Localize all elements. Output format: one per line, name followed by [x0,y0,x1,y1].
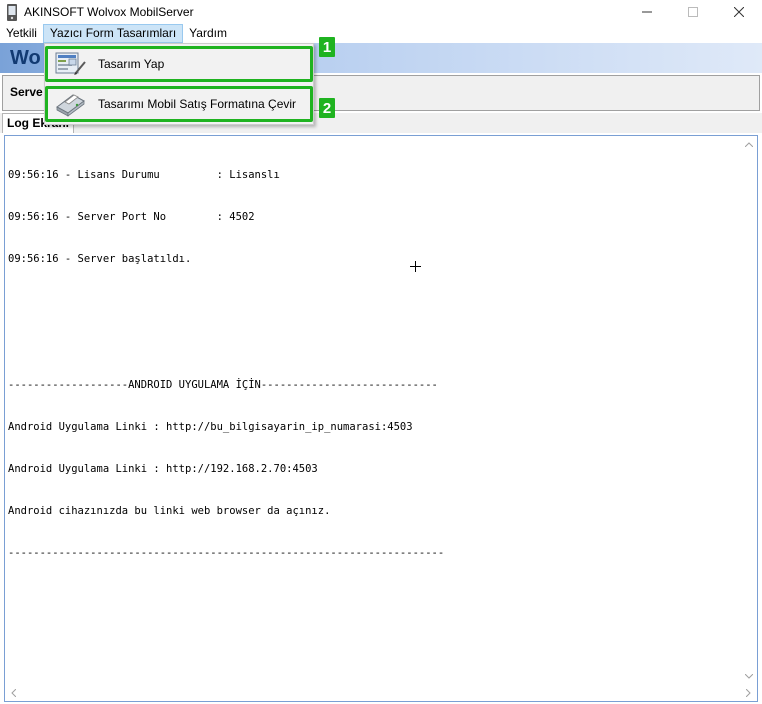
log-textarea[interactable]: 09:56:16 - Lisans Durumu : Lisanslı 09:5… [4,135,758,702]
menu-bar: Yetkili Yazıcı Form Tasarımları Yardım [0,24,762,43]
form-design-icon [52,50,88,78]
banner-text: Wo [10,47,41,69]
printer-convert-icon [52,90,88,118]
log-content: 09:56:16 - Lisans Durumu : Lisanslı 09:5… [8,140,740,588]
annotation-badge-2: 2 [319,98,335,118]
log-line: 09:56:16 - Server başlatıldı. [8,253,192,265]
menu-item-label: Tasarımı Mobil Satış Formatına Çevir [98,97,297,111]
annotation-badge-1: 1 [319,37,335,57]
minimize-button[interactable] [624,0,670,24]
dropdown-menu: Tasarım Yap Tasarımı Mobil Satış Formatı… [44,43,314,125]
menu-yazici-form-tasarimlari[interactable]: Yazıcı Form Tasarımları [42,24,184,43]
menu-yardim[interactable]: Yardım [183,24,233,43]
menu-item-label: Tasarım Yap [98,57,165,71]
log-line: -------------------ANDROID UYGULAMA İÇİN… [8,379,438,391]
close-button[interactable] [716,0,762,24]
window-title: AKINSOFT Wolvox MobilServer [24,5,194,19]
horizontal-scrollbar[interactable] [5,684,757,701]
scroll-right-icon[interactable] [740,684,757,701]
log-line: Android Uygulama Linki : http://bu_bilgi… [8,421,413,433]
log-line: Android Uygulama Linki : http://192.168.… [8,463,318,475]
menu-item-tasarim-yap[interactable]: Tasarım Yap [45,46,313,82]
log-line: ​ [8,336,740,350]
scroll-left-icon[interactable] [5,684,22,701]
log-line: ​ [8,294,740,308]
vertical-scrollbar[interactable] [740,136,757,685]
title-bar: AKINSOFT Wolvox MobilServer [0,0,762,24]
maximize-icon [688,7,698,17]
menu-item-mobil-format-cevir[interactable]: Tasarımı Mobil Satış Formatına Çevir [45,86,313,122]
crosshair-cursor-icon [410,261,421,272]
log-line: 09:56:16 - Server Port No : 4502 [8,211,255,223]
maximize-button[interactable] [670,0,716,24]
minimize-icon [642,11,652,13]
server-label: Serve [10,85,43,99]
menu-yetkili[interactable]: Yetkili [0,24,43,43]
log-line: ----------------------------------------… [8,547,445,559]
close-icon [734,7,744,17]
scroll-up-icon[interactable] [740,136,757,153]
log-line: 09:56:16 - Lisans Durumu : Lisanslı [8,169,280,181]
app-icon [6,3,18,21]
log-line: Android cihazınızda bu linki web browser… [8,505,331,517]
scroll-down-icon[interactable] [740,668,757,685]
